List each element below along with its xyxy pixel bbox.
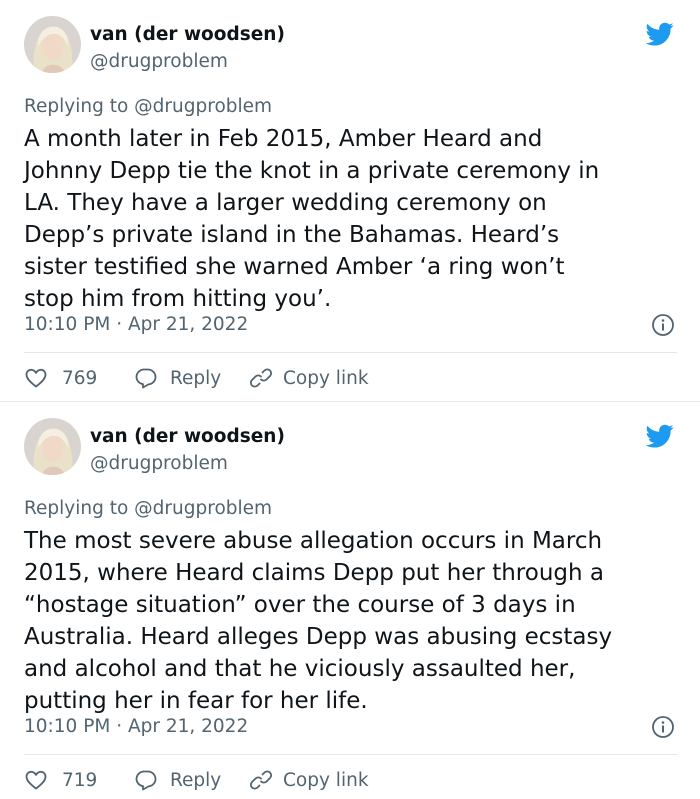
divider [24, 754, 677, 755]
reply-button[interactable]: Reply [134, 768, 249, 792]
replying-to: Replying to @drugproblem [24, 96, 273, 117]
heart-icon [25, 770, 47, 790]
copy-link-label: Copy link [283, 367, 369, 389]
copy-link-button[interactable]: Copy link [249, 768, 369, 792]
link-icon [249, 770, 273, 790]
heart-icon [25, 368, 47, 388]
author-handle[interactable]: @drugproblem [90, 50, 228, 74]
reply-bubble-icon [135, 368, 157, 389]
action-bar: 719 Reply Copy link [24, 767, 369, 793]
reply-button[interactable]: Reply [134, 366, 249, 390]
author-name[interactable]: van (der woodsen) [90, 425, 285, 449]
like-button[interactable]: 719 [24, 768, 134, 792]
reply-label: Reply [170, 769, 222, 791]
avatar[interactable] [24, 418, 81, 475]
author-name[interactable]: van (der woodsen) [90, 23, 285, 47]
like-button[interactable]: 769 [24, 366, 134, 390]
author-handle[interactable]: @drugproblem [90, 452, 228, 476]
info-icon[interactable] [651, 313, 675, 337]
timestamp[interactable]: 10:10 PM · Apr 21, 2022 [24, 715, 248, 739]
info-icon[interactable] [651, 715, 675, 739]
replying-to: Replying to @drugproblem [24, 498, 273, 519]
timestamp[interactable]: 10:10 PM · Apr 21, 2022 [24, 313, 248, 337]
twitter-bird-icon[interactable] [643, 422, 677, 450]
tweet-text: The most severe abuse allegation occurs … [24, 528, 613, 714]
tweet-card: van (der woodsen) @drugproblem Replying … [0, 401, 700, 799]
action-bar: 769 Reply Copy link [24, 365, 369, 391]
twitter-bird-icon[interactable] [643, 20, 677, 48]
tweet-card: van (der woodsen) @drugproblem Replying … [0, 0, 700, 401]
copy-link-button[interactable]: Copy link [249, 366, 369, 390]
divider [24, 352, 677, 353]
link-icon [249, 368, 273, 388]
reply-label: Reply [170, 367, 222, 389]
like-count: 769 [62, 367, 98, 389]
copy-link-label: Copy link [283, 769, 369, 791]
reply-bubble-icon [135, 770, 157, 791]
like-count: 719 [62, 769, 98, 791]
tweet-text: A month later in Feb 2015, Amber Heard a… [24, 126, 600, 312]
avatar[interactable] [24, 16, 81, 73]
